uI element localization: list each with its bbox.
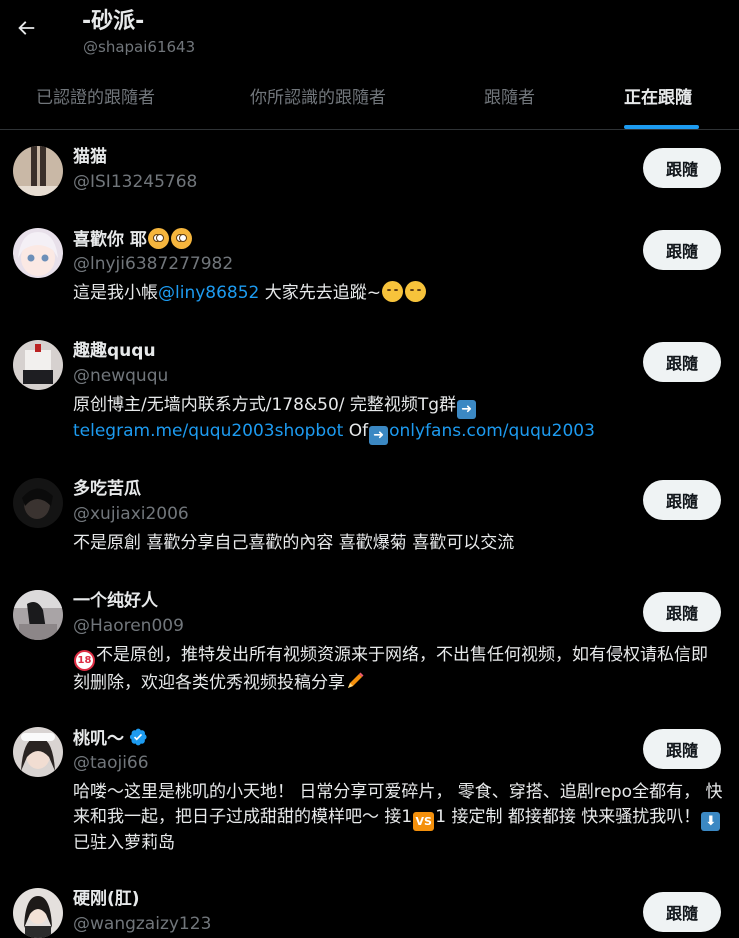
user-handle[interactable]: @ISI13245768 [73,171,197,193]
profile-header: -砂派- @shapai61643 [0,0,739,62]
user-name[interactable]: 趣趣ququ [73,340,156,362]
bio-text: 大家先去追蹤~ [259,283,382,303]
follow-button[interactable]: 跟隨 [643,148,721,188]
bio-text: 原创博主/无墙内联系方式/178&50/ 完整视频Tg群 [73,395,457,415]
follow-button[interactable]: 跟隨 [643,729,721,769]
user-handle[interactable]: @wangzaizy123 [73,913,211,935]
user-handle[interactable]: @Haoren009 [73,615,184,637]
user-handle[interactable]: @xujiaxi2006 [73,503,189,525]
avatar[interactable] [13,727,63,777]
avatar[interactable] [13,888,63,938]
bio-text: 已驻入萝莉岛 [73,833,175,853]
user-bio: 哈喽～这里是桃叽的小天地！ 日常分享可爱碎片， 零食、穿搭、追剧repo全都有，… [73,780,723,856]
page-handle: @shapai61643 [83,38,196,56]
user-name-text: 桃叽～ [73,729,124,749]
kissing-face-emoji [382,281,404,302]
arrow-left-icon [18,21,35,35]
follow-button[interactable]: 跟隨 [643,480,721,520]
follow-button[interactable]: 跟隨 [643,230,721,270]
bio-text: 這是我小帳 [73,283,158,303]
user-handle[interactable]: @newququ [73,365,168,387]
user-name[interactable]: 桃叽～ [73,727,148,750]
user-bio: 原创博主/无墙内联系方式/178&50/ 完整视频Tg群 ➜ telegram.me… [73,393,723,445]
user-bio: 18 不是原创，推特发出所有视频资源来于网络，不出售任何视频，如有侵权请私信即刻删… [73,643,723,696]
external-link[interactable]: telegram.me/ququ2003shopbot [73,421,343,441]
follow-button[interactable]: 跟隨 [643,892,721,932]
back-button[interactable] [6,8,46,48]
kissing-face-emoji [405,281,427,302]
avatar[interactable] [13,146,63,196]
flushed-face-emoji [147,228,169,249]
tab-followers[interactable]: 跟隨者 [484,62,535,129]
tab-followers-you-know[interactable]: 你所認識的跟隨者 [250,62,386,129]
page-title: -砂派- [82,9,145,34]
tab-following[interactable]: 正在跟隨 [624,62,692,129]
external-link[interactable]: onlyfans.com/ququ2003 [389,421,595,441]
bio-text: 1 接定制 都接都接 快来骚扰我叭！ [435,807,701,827]
no-under-18-emoji: 18 [74,650,95,671]
user-bio: 這是我小帳@liny86852 大家先去追蹤~ [73,281,723,306]
arrow-right-emoji: ➜ [369,426,389,445]
user-name[interactable]: 多吃苦瓜 [73,478,141,500]
mention-link[interactable]: @liny86852 [158,283,259,303]
follow-button[interactable]: 跟隨 [643,592,721,632]
bio-text: 不是原创，推特发出所有视频资源来于网络，不出售任何视频，如有侵权请私信即刻删除，… [73,645,708,693]
user-name[interactable]: 猫猫 [73,146,107,168]
user-bio: 不是原創 喜歡分享自己喜歡的內容 喜歡爆菊 喜歡可以交流 [73,533,515,553]
bio-text: Of [343,421,369,441]
avatar[interactable] [13,340,63,390]
tab-verified-followers[interactable]: 已認證的跟隨者 [36,62,155,129]
avatar[interactable] [13,228,63,278]
user-handle[interactable]: @lnyji6387277982 [73,253,233,275]
user-name[interactable]: 一个纯好人 [73,590,158,612]
follow-button[interactable]: 跟隨 [643,342,721,382]
flushed-face-emoji [170,228,192,249]
user-handle[interactable]: @taoji66 [73,752,149,774]
vs-emoji: VS [413,812,435,831]
pencil-emoji [348,672,364,688]
tab-bar: 已認證的跟隨者 你所認識的跟隨者 跟隨者 正在跟隨 [0,62,739,130]
verified-badge-icon [129,728,147,746]
arrow-right-emoji: ➜ [457,400,477,419]
user-name[interactable]: 硬刚(肛) [73,888,140,910]
active-tab-indicator [624,125,699,129]
avatar[interactable] [13,478,63,528]
arrow-down-emoji: ⬇ [701,812,721,831]
user-name-text: 喜歡你 耶 [73,230,147,250]
user-name[interactable]: 喜歡你 耶 [73,228,193,251]
avatar[interactable] [13,590,63,640]
